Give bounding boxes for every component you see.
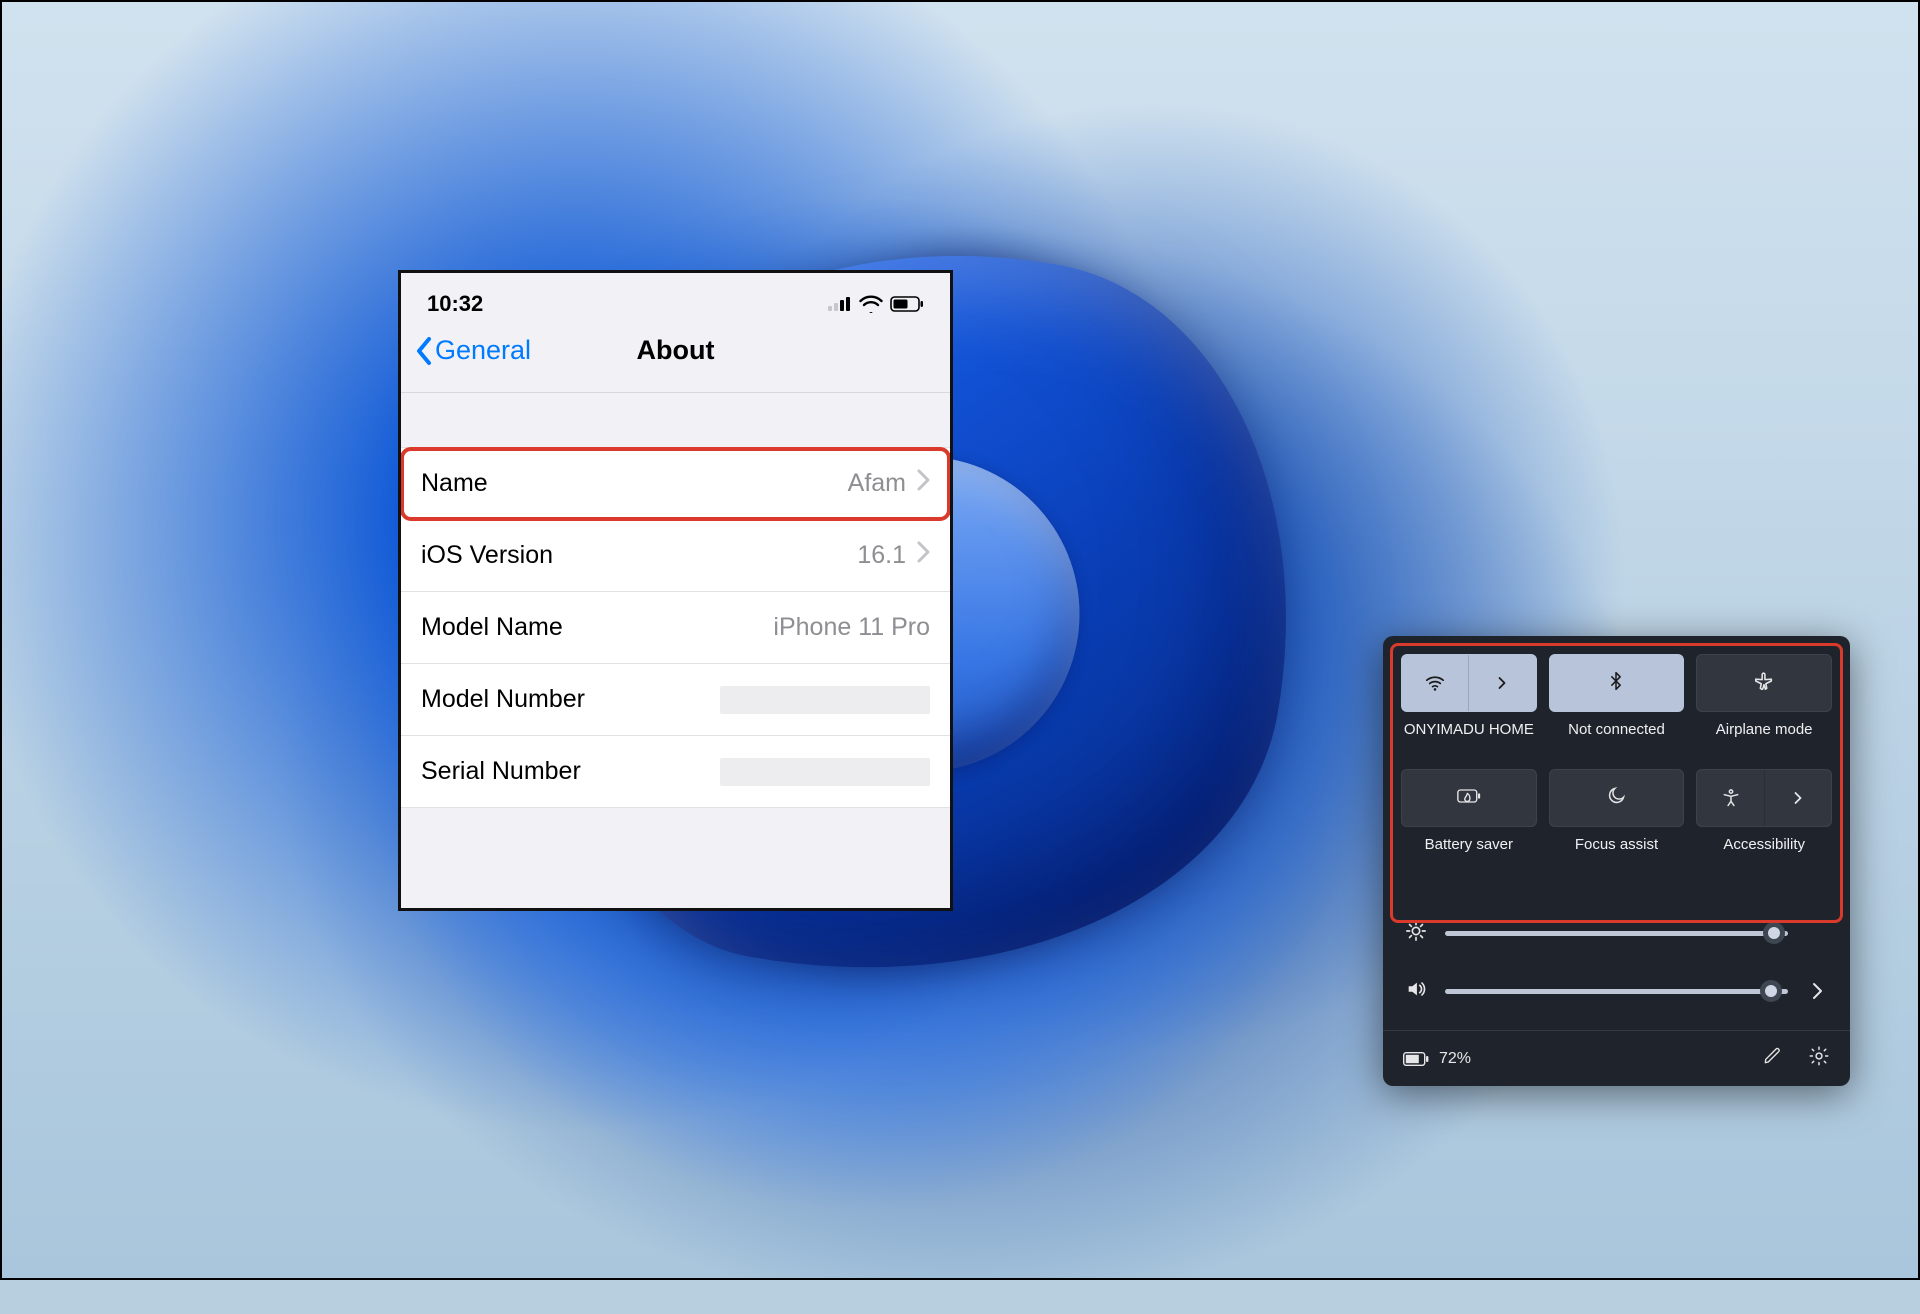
volume-slider[interactable] xyxy=(1445,989,1788,994)
row-label: Serial Number xyxy=(421,757,581,786)
row-value: 16.1 xyxy=(857,541,930,570)
row-value xyxy=(720,758,930,786)
row-label: Name xyxy=(421,469,488,498)
wifi-icon[interactable] xyxy=(1402,655,1469,711)
volume-row xyxy=(1401,962,1832,1020)
ios-about-panel: 10:32 General xyxy=(398,270,953,911)
brightness-thumb[interactable] xyxy=(1763,922,1785,944)
ios-settings-list: Name Afam iOS Version 16.1 Model Name iPhone … xyxy=(401,447,950,808)
row-value: Afam xyxy=(848,469,930,498)
qs-button-bluetooth[interactable] xyxy=(1549,654,1685,712)
qs-tile-airplane: Airplane mode xyxy=(1696,654,1832,761)
qs-tile-bluetooth: Not connected xyxy=(1549,654,1685,761)
qs-tile-wifi: ONYIMADU HOME xyxy=(1401,654,1537,761)
volume-icon xyxy=(1405,978,1427,1004)
qs-button-battery-saver[interactable] xyxy=(1401,769,1537,827)
wifi-icon xyxy=(859,295,883,313)
battery-percent: 72% xyxy=(1439,1050,1471,1068)
ios-time: 10:32 xyxy=(427,291,483,317)
quick-settings-footer: 72% xyxy=(1383,1030,1850,1086)
ios-row-model-name: Model Name iPhone 11 Pro xyxy=(401,592,950,664)
qs-label: Airplane mode xyxy=(1716,721,1813,761)
qs-label: Not connected xyxy=(1568,721,1665,761)
ios-page-title: About xyxy=(637,335,715,366)
qs-label: Focus assist xyxy=(1575,836,1658,876)
brightness-row xyxy=(1401,904,1832,962)
chevron-right-icon xyxy=(916,541,930,570)
row-label: Model Number xyxy=(421,685,585,714)
chevron-right-icon[interactable] xyxy=(1469,655,1535,711)
brightness-slider[interactable] xyxy=(1445,931,1788,936)
qs-tile-moon: Focus assist xyxy=(1549,769,1685,876)
row-value xyxy=(720,686,930,714)
qs-label: ONYIMADU HOME xyxy=(1404,721,1534,761)
redacted-value xyxy=(720,758,930,786)
gear-icon xyxy=(1808,1045,1830,1067)
volume-thumb[interactable] xyxy=(1760,980,1782,1002)
row-value: iPhone 11 Pro xyxy=(773,613,930,642)
brightness-icon xyxy=(1405,920,1427,946)
qs-button-moon[interactable] xyxy=(1549,769,1685,827)
quick-settings-grid: ONYIMADU HOME Not connected Airplane mode B… xyxy=(1401,654,1832,876)
row-label: Model Name xyxy=(421,613,563,642)
battery-saver-icon xyxy=(1457,788,1481,808)
ios-row-ios-version[interactable]: iOS Version 16.1 xyxy=(401,520,950,592)
accessibility-icon[interactable] xyxy=(1697,770,1764,826)
qs-tile-battery-saver: Battery saver xyxy=(1401,769,1537,876)
moon-icon xyxy=(1606,786,1626,810)
ios-row-model-number: Model Number xyxy=(401,664,950,736)
battery-icon xyxy=(1403,1052,1429,1066)
volume-flyout-button[interactable] xyxy=(1806,982,1828,1000)
ios-row-serial-number: Serial Number xyxy=(401,736,950,808)
qs-button-airplane[interactable] xyxy=(1696,654,1832,712)
row-label: iOS Version xyxy=(421,541,553,570)
edit-quick-settings-button[interactable] xyxy=(1762,1046,1782,1071)
ios-back-button[interactable]: General xyxy=(415,335,531,366)
qs-button-accessibility[interactable] xyxy=(1696,769,1832,827)
qs-label: Battery saver xyxy=(1425,836,1513,876)
ios-back-label: General xyxy=(435,335,531,366)
ios-nav-bar: General About xyxy=(401,331,950,393)
ios-status-bar: 10:32 xyxy=(401,273,950,331)
qs-label: Accessibility xyxy=(1723,836,1805,876)
ios-row-name[interactable]: Name Afam xyxy=(401,448,950,520)
settings-button[interactable] xyxy=(1808,1045,1830,1072)
bluetooth-icon xyxy=(1606,671,1626,695)
chevron-left-icon xyxy=(415,336,433,366)
qs-tile-accessibility: Accessibility xyxy=(1696,769,1832,876)
battery-icon xyxy=(890,296,924,312)
airplane-icon xyxy=(1753,670,1775,696)
chevron-right-icon[interactable] xyxy=(1765,770,1831,826)
pencil-icon xyxy=(1762,1046,1782,1066)
redacted-value xyxy=(720,686,930,714)
qs-button-wifi[interactable] xyxy=(1401,654,1537,712)
cellular-icon xyxy=(828,297,852,311)
quick-settings-panel: ONYIMADU HOME Not connected Airplane mode B… xyxy=(1383,636,1850,1086)
chevron-right-icon xyxy=(916,469,930,498)
battery-status[interactable]: 72% xyxy=(1403,1050,1471,1068)
